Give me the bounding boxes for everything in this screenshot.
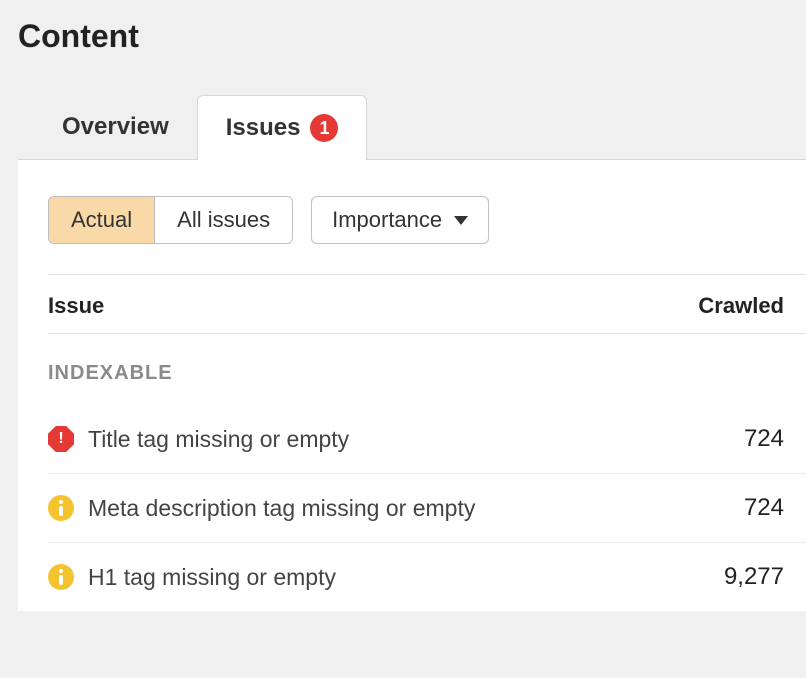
table-row[interactable]: ! Title tag missing or empty 724 <box>48 405 806 474</box>
sort-dropdown[interactable]: Importance <box>311 196 489 244</box>
caret-down-icon <box>454 216 468 225</box>
error-icon: ! <box>48 426 74 452</box>
view-segment: Actual All issues <box>48 196 293 244</box>
page-title: Content <box>18 18 806 55</box>
tab-overview-label: Overview <box>62 113 169 141</box>
info-icon <box>48 495 74 521</box>
segment-actual[interactable]: Actual <box>49 197 154 243</box>
issue-crawled: 9,277 <box>724 563 784 591</box>
group-indexable: Indexable <box>48 334 806 405</box>
table-row[interactable]: H1 tag missing or empty 9,277 <box>48 543 806 611</box>
issue-crawled: 724 <box>744 425 784 453</box>
issue-label: H1 tag missing or empty <box>88 564 724 591</box>
table-header-row: Issue Crawled <box>48 274 806 334</box>
issues-panel: Actual All issues Importance Issue Crawl… <box>18 160 806 611</box>
info-icon <box>48 564 74 590</box>
column-crawled: Crawled <box>698 293 784 319</box>
table-row[interactable]: Meta description tag missing or empty 72… <box>48 474 806 543</box>
tab-issues-label: Issues <box>226 114 301 142</box>
column-issue: Issue <box>48 293 104 319</box>
sort-dropdown-label: Importance <box>332 207 442 233</box>
tab-issues[interactable]: Issues 1 <box>197 95 368 160</box>
issue-label: Meta description tag missing or empty <box>88 495 744 522</box>
filter-controls: Actual All issues Importance <box>48 196 806 244</box>
issue-label: Title tag missing or empty <box>88 426 744 453</box>
tab-overview[interactable]: Overview <box>34 95 197 159</box>
tabs: Overview Issues 1 <box>18 95 806 160</box>
issue-crawled: 724 <box>744 494 784 522</box>
segment-all-issues[interactable]: All issues <box>154 197 292 243</box>
tab-issues-badge: 1 <box>310 114 338 142</box>
